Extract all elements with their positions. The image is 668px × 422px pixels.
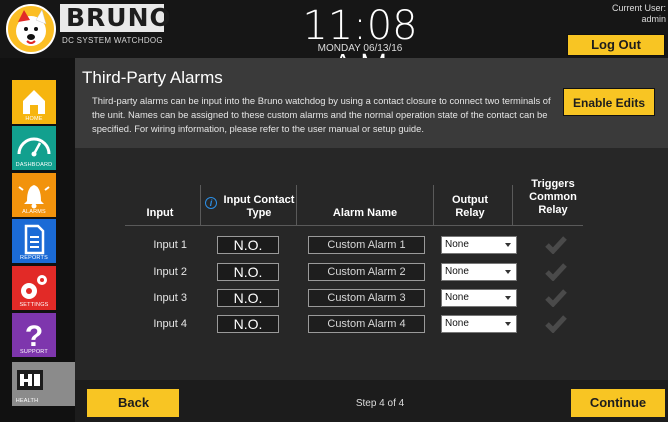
header-alarm-name: Alarm Name bbox=[332, 207, 398, 219]
sidebar-item-reports[interactable]: REPORTS bbox=[12, 219, 56, 263]
column-divider bbox=[512, 185, 513, 225]
sidebar-item-dashboard[interactable]: DASHBOARD bbox=[12, 126, 56, 170]
clock-date: MONDAY 06/13/16 bbox=[317, 43, 403, 54]
alarm-name-field[interactable]: Custom Alarm 3 bbox=[308, 289, 425, 307]
output-relay-select[interactable]: None bbox=[441, 315, 517, 333]
contact-type-field[interactable]: N.O. bbox=[217, 236, 279, 254]
row-input-label: Input 4 bbox=[153, 318, 187, 330]
relay-value: None bbox=[445, 266, 469, 277]
header-divider bbox=[125, 225, 583, 226]
alarm-name-field[interactable]: Custom Alarm 4 bbox=[308, 315, 425, 333]
row-input-label: Input 1 bbox=[153, 239, 187, 251]
title-band: Third-Party Alarms Third-party alarms ca… bbox=[75, 58, 668, 148]
chevron-down-icon bbox=[505, 243, 511, 247]
current-user-name: admin bbox=[641, 14, 666, 24]
sidebar-item-label: SETTINGS bbox=[19, 302, 49, 308]
chevron-down-icon bbox=[505, 270, 511, 274]
checkmark-icon[interactable] bbox=[545, 263, 567, 281]
contact-type-field[interactable]: N.O. bbox=[217, 289, 279, 307]
sidebar-item-label: DASHBOARD bbox=[15, 162, 53, 168]
header-triggers: Triggers Common Relay bbox=[529, 178, 577, 216]
sidebar-item-home[interactable]: HOME bbox=[12, 80, 56, 124]
output-relay-select[interactable]: None bbox=[441, 236, 517, 254]
relay-value: None bbox=[445, 292, 469, 303]
column-divider bbox=[296, 185, 297, 225]
sidebar-item-label: HEALTH bbox=[15, 398, 39, 404]
health-logo-icon bbox=[17, 370, 43, 390]
step-indicator: Step 4 of 4 bbox=[355, 398, 405, 409]
back-button[interactable]: Back bbox=[87, 389, 179, 417]
alarm-name-field[interactable]: Custom Alarm 1 bbox=[308, 236, 425, 254]
current-user-label: Current User: bbox=[611, 3, 666, 13]
info-icon[interactable]: i bbox=[205, 197, 217, 209]
chevron-down-icon bbox=[505, 296, 511, 300]
output-relay-select[interactable]: None bbox=[441, 263, 517, 281]
header-input: Input bbox=[146, 207, 174, 219]
continue-button[interactable]: Continue bbox=[571, 389, 665, 417]
logout-button[interactable]: Log Out bbox=[567, 34, 665, 56]
header-output-relay: Output Relay bbox=[451, 194, 489, 219]
sidebar-item-label: HOME bbox=[25, 116, 43, 122]
page-description: Third-party alarms can be input into the… bbox=[92, 95, 551, 134]
column-divider bbox=[200, 185, 201, 225]
sidebar-item-label: ALARMS bbox=[22, 209, 46, 215]
page-title: Third-Party Alarms bbox=[82, 68, 223, 87]
chevron-down-icon bbox=[505, 322, 511, 326]
top-bar: BRUNO DC SYSTEM WATCHDOG 11:08 AM MONDAY… bbox=[0, 0, 668, 92]
checkmark-icon[interactable] bbox=[545, 289, 567, 307]
relay-value: None bbox=[445, 318, 469, 329]
column-divider bbox=[433, 185, 434, 225]
row-input-label: Input 2 bbox=[153, 266, 187, 278]
sidebar-item-label: SUPPORT bbox=[20, 349, 48, 355]
sidebar-item-label: REPORTS bbox=[20, 255, 48, 261]
row-input-label: Input 3 bbox=[153, 292, 187, 304]
enable-edits-button[interactable]: Enable Edits bbox=[563, 88, 655, 116]
relay-value: None bbox=[445, 239, 469, 250]
output-relay-select[interactable]: None bbox=[441, 289, 517, 307]
sidebar-item-health[interactable]: HEALTH bbox=[12, 362, 80, 406]
contact-type-field[interactable]: N.O. bbox=[217, 315, 279, 333]
current-user: Current User: admin bbox=[612, 3, 666, 25]
sidebar-item-settings[interactable]: SETTINGS bbox=[12, 266, 56, 310]
contact-type-field[interactable]: N.O. bbox=[217, 263, 279, 281]
sidebar-item-alarms[interactable]: ALARMS bbox=[12, 173, 56, 217]
brand-subtitle: DC SYSTEM WATCHDOG bbox=[62, 36, 163, 45]
sidebar-item-support[interactable]: ? SUPPORT bbox=[12, 313, 56, 357]
dog-logo-icon bbox=[6, 4, 56, 54]
brand-name: BRUNO bbox=[60, 4, 171, 32]
alarm-name-field[interactable]: Custom Alarm 2 bbox=[308, 263, 425, 281]
header-contact-type: Input Contact Type bbox=[223, 194, 295, 219]
checkmark-icon[interactable] bbox=[545, 236, 567, 254]
checkmark-icon[interactable] bbox=[545, 315, 567, 333]
